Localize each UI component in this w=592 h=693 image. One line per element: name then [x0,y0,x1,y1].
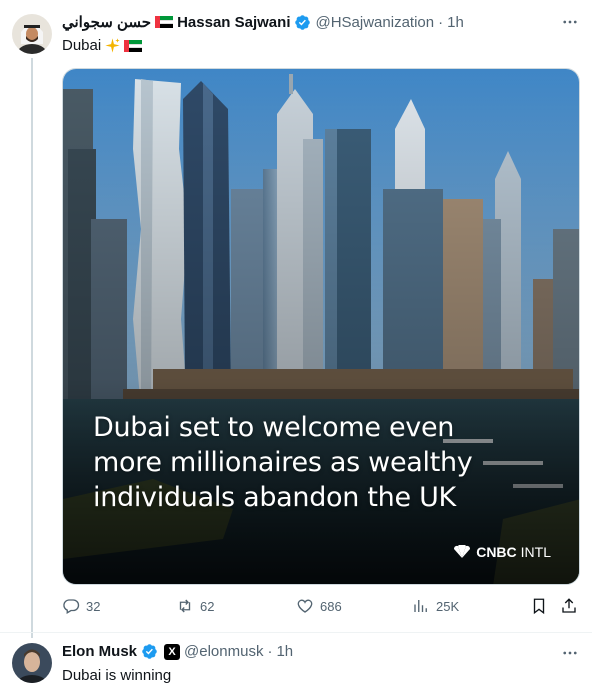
peacock-icon [454,545,471,558]
tweet-header: حسن سجواني Hassan Sajwani @HSajwanizatio… [62,13,464,32]
bookmark-icon [533,598,545,615]
views-button[interactable]: 25K [412,597,459,615]
repost-icon [179,599,191,613]
avatar-elon[interactable] [12,643,52,683]
handle[interactable]: @elonmusk [184,643,263,660]
flag-uae-icon [155,16,174,28]
views-count: 25K [436,598,460,614]
share-icon [562,598,576,613]
media-headline: Dubai set to welcome even more millionai… [93,410,553,515]
tweet-header: Elon Musk X @elonmusk · 1h [62,643,293,660]
headline-line: more millionaires as wealthy [93,447,473,478]
tweet-elon[interactable]: Elon Musk X @elonmusk · 1h Dubai is winn… [0,632,592,693]
display-name[interactable]: Hassan Sajwani [177,14,290,31]
action-bar: 32 62 686 25K [62,597,582,619]
more-icon [563,651,577,655]
brand-suffix: INTL [520,544,551,560]
tweet-text: Dubai is winning [62,667,171,684]
headline-line: Dubai set to welcome even [93,412,455,443]
cnbc-logo: CNBC INTL [452,544,551,560]
avatar-hassan[interactable] [12,14,52,54]
sparkles-icon [105,38,120,53]
tweet-text-content: Dubai [62,37,102,54]
tweet-text: Dubai [62,37,143,54]
repost-count: 62 [200,598,215,614]
bookmark-button[interactable] [530,597,548,615]
thread-line [31,58,33,638]
display-name-arabic[interactable]: حسن سجواني [62,13,151,31]
reply-button[interactable]: 32 [62,597,100,615]
like-icon [297,599,313,613]
display-name[interactable]: Elon Musk [62,643,137,660]
views-icon [414,600,427,612]
timestamp[interactable]: 1h [276,643,293,660]
separator: · [438,13,444,31]
separator: · [267,643,273,660]
handle[interactable]: @HSajwanization [315,14,434,31]
more-icon [563,20,577,24]
tweet-hassan[interactable]: حسن سجواني Hassan Sajwani @HSajwanizatio… [0,0,592,638]
verified-icon [295,14,311,30]
more-button[interactable] [560,643,580,663]
headline-line: individuals abandon the UK [93,482,456,513]
flag-uae-icon [124,39,143,52]
reply-icon [63,599,80,614]
reply-count: 32 [86,598,101,614]
more-button[interactable] [560,12,580,32]
brand-name: CNBC [476,544,517,560]
like-count: 686 [320,598,342,614]
like-button[interactable]: 686 [296,597,342,615]
share-button[interactable] [560,597,578,615]
timestamp[interactable]: 1h [447,14,464,31]
x-affiliate-badge: X [164,643,181,660]
verified-icon [142,644,157,659]
tweet-text-content: Dubai is winning [62,667,172,684]
repost-button[interactable]: 62 [176,597,214,615]
media-image[interactable]: Dubai set to welcome even more millionai… [62,68,580,585]
